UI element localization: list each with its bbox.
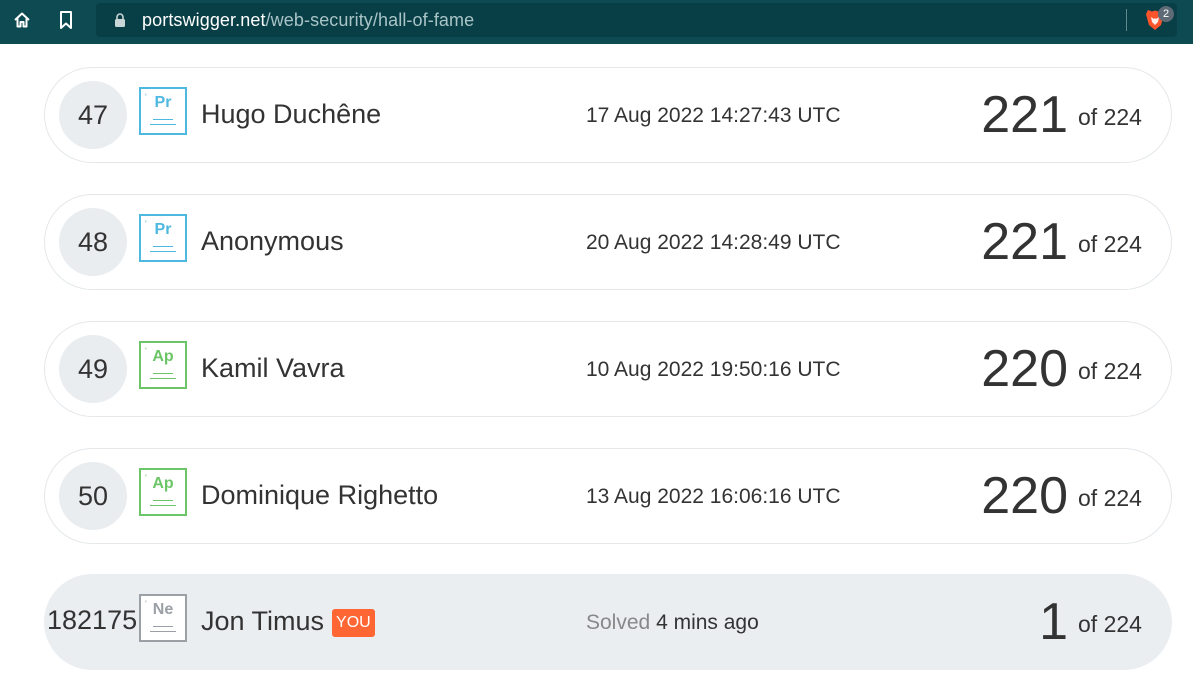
user-name: Anonymous xyxy=(201,226,344,256)
leaderboard-row: 49 ' Ap Kamil Vavra 10 Aug 2022 19:50:16… xyxy=(44,321,1172,417)
score-total: of 224 xyxy=(1078,358,1142,384)
level-badge-practitioner: ' Pr xyxy=(139,214,187,262)
you-badge: YOU xyxy=(332,609,375,637)
user-name-text: Jon Timus xyxy=(201,606,325,636)
score: 220 xyxy=(981,340,1068,398)
user-name: Jon Timus YOU xyxy=(201,606,375,637)
completion-date: 13 Aug 2022 16:06:16 UTC xyxy=(586,485,841,508)
score: 1 xyxy=(1039,593,1068,651)
rank-number: 50 xyxy=(59,462,127,530)
leaderboard-row: 47 ' Pr Hugo Duchêne 17 Aug 2022 14:27:4… xyxy=(44,67,1172,163)
completion-date: 10 Aug 2022 19:50:16 UTC xyxy=(586,358,841,381)
score-total: of 224 xyxy=(1078,104,1142,130)
level-badge-apprentice: ' Ap xyxy=(139,468,187,516)
rank-number: 47 xyxy=(59,81,127,149)
current-user-row: 182175 ' Ne Jon Timus YOU Solved 4 mins a… xyxy=(44,574,1172,670)
badge-symbol: Ap xyxy=(152,475,174,492)
user-name: Kamil Vavra xyxy=(201,353,345,383)
score-total: of 224 xyxy=(1078,231,1142,257)
score-total: of 224 xyxy=(1078,611,1142,637)
solved-label: Solved xyxy=(586,611,651,634)
url-host: portswigger.net xyxy=(142,10,266,30)
user-name: Hugo Duchêne xyxy=(201,99,382,129)
level-badge-newcomer: ' Ne xyxy=(139,594,187,642)
solved-time: 4 mins ago xyxy=(656,611,759,634)
browser-toolbar: portswigger.net/web-security/hall-of-fam… xyxy=(0,0,1193,44)
score: 221 xyxy=(981,213,1068,271)
user-name: Dominique Righetto xyxy=(201,480,439,510)
score: 220 xyxy=(981,467,1068,525)
bookmark-icon[interactable] xyxy=(52,8,80,32)
completion-date: 17 Aug 2022 14:27:43 UTC xyxy=(586,104,841,127)
leaderboard-row: 48 ' Pr Anonymous 20 Aug 2022 14:28:49 U… xyxy=(44,194,1172,290)
extension-badge: 2 xyxy=(1158,6,1174,22)
rank-number: 49 xyxy=(59,335,127,403)
completion-date: 20 Aug 2022 14:28:49 UTC xyxy=(586,231,841,254)
address-bar[interactable]: portswigger.net/web-security/hall-of-fam… xyxy=(96,3,1177,37)
badge-symbol: Pr xyxy=(154,94,172,111)
badge-symbol: Ap xyxy=(152,348,174,365)
home-icon[interactable] xyxy=(8,8,36,32)
address-bar-divider xyxy=(1126,9,1127,31)
badge-symbol: Pr xyxy=(154,221,172,238)
rank-number: 182175 xyxy=(47,605,138,635)
solved-status: Solved 4 mins ago xyxy=(586,611,759,635)
level-badge-practitioner: ' Pr xyxy=(139,87,187,135)
leaderboard-row: 50 ' Ap Dominique Righetto 13 Aug 2022 1… xyxy=(44,448,1172,544)
badge-symbol: Ne xyxy=(152,601,174,618)
url-path: /web-security/hall-of-fame xyxy=(265,10,475,30)
score: 221 xyxy=(981,86,1068,144)
level-badge-apprentice: ' Ap xyxy=(139,341,187,389)
lock-icon xyxy=(115,13,125,27)
score-total: of 224 xyxy=(1078,485,1142,511)
rank-number: 48 xyxy=(59,208,127,276)
url-text: portswigger.net/web-security/hall-of-fam… xyxy=(142,10,474,31)
